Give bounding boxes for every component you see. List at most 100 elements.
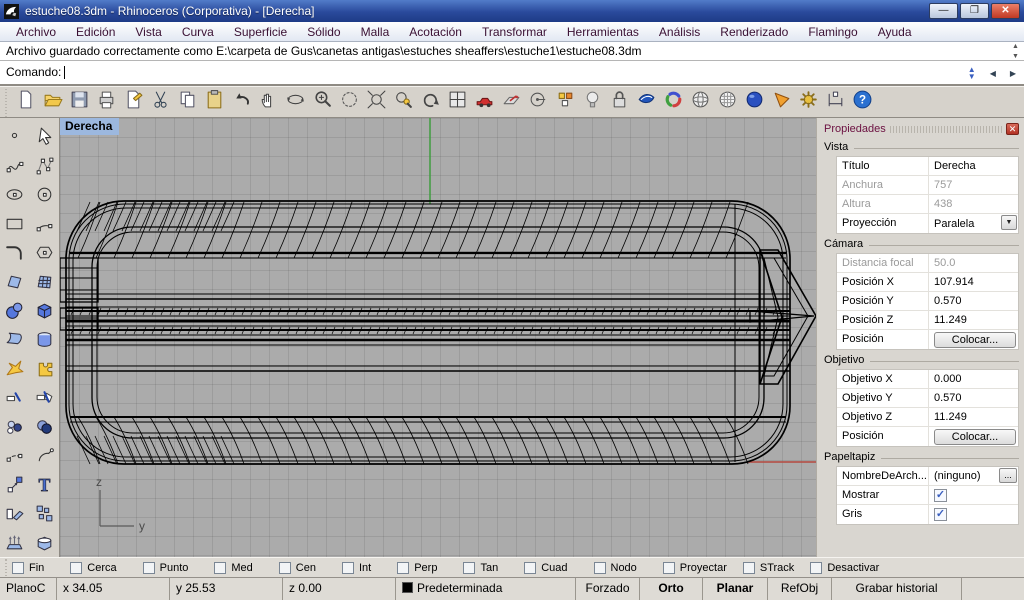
- scroll-down-icon[interactable]: ▼: [1009, 53, 1022, 60]
- checkbox-icon[interactable]: [70, 562, 82, 574]
- close-button[interactable]: ✕: [991, 3, 1020, 19]
- zoom-dynamic-button[interactable]: [309, 89, 336, 116]
- undo-button[interactable]: [228, 89, 255, 116]
- copy-button[interactable]: [174, 89, 201, 116]
- wireframe-model[interactable]: zy: [60, 118, 816, 557]
- viewport-layout-button[interactable]: [444, 89, 471, 116]
- property-value[interactable]: Paralela▼: [929, 214, 1018, 233]
- cone-button[interactable]: [768, 89, 795, 116]
- trim-button[interactable]: [0, 385, 29, 414]
- menu-solido[interactable]: Sólido: [297, 23, 350, 41]
- status-toggle-planar[interactable]: Planar: [703, 578, 768, 600]
- menu-curva[interactable]: Curva: [172, 23, 224, 41]
- shear-button[interactable]: [0, 501, 29, 530]
- property-value[interactable]: (ninguno)...: [929, 467, 1018, 485]
- undo-view-button[interactable]: [417, 89, 444, 116]
- cap-box-button[interactable]: [30, 530, 59, 559]
- command-input[interactable]: Comando:: [0, 61, 1024, 85]
- patch-surface-button[interactable]: [0, 269, 29, 298]
- property-value[interactable]: Colocar...: [929, 427, 1018, 446]
- menu-vista[interactable]: Vista: [125, 23, 171, 41]
- print-button[interactable]: [93, 89, 120, 116]
- dimension-button[interactable]: [822, 89, 849, 116]
- viewport-derecha[interactable]: Derecha zy: [60, 118, 816, 557]
- menu-archivo[interactable]: Archivo: [6, 23, 66, 41]
- osnap-int[interactable]: Int: [342, 562, 371, 574]
- zoom-window-button[interactable]: [336, 89, 363, 116]
- control-point-curve-button[interactable]: [30, 153, 59, 182]
- command-history[interactable]: Archivo guardado correctamente como E:\c…: [0, 42, 1024, 61]
- checkbox-icon[interactable]: [594, 562, 606, 574]
- property-value[interactable]: Colocar...: [929, 330, 1018, 349]
- browse-button[interactable]: ...: [999, 468, 1017, 483]
- property-value[interactable]: 11.249: [929, 408, 1018, 426]
- new-file-button[interactable]: [12, 89, 39, 116]
- status-toggle-orto[interactable]: Orto: [640, 578, 703, 600]
- history-scrollbar[interactable]: ▲▼: [1009, 43, 1022, 60]
- command-spinner[interactable]: ▲▼: [968, 66, 976, 80]
- polygon-button[interactable]: [30, 240, 59, 269]
- status-layer[interactable]: Predeterminada: [396, 578, 576, 600]
- menu-superficie[interactable]: Superficie: [224, 23, 297, 41]
- checkbox-icon[interactable]: [463, 562, 475, 574]
- camera-target-button[interactable]: [525, 89, 552, 116]
- checkbox-icon[interactable]: [12, 562, 24, 574]
- cplane-button[interactable]: [498, 89, 525, 116]
- checkbox-icon[interactable]: [214, 562, 226, 574]
- status-cplane[interactable]: PlanoC: [0, 578, 57, 600]
- checkbox-icon[interactable]: [743, 562, 755, 574]
- menu-renderizado[interactable]: Renderizado: [710, 23, 798, 41]
- curve-handle-button[interactable]: [30, 443, 59, 472]
- osnap-tan[interactable]: Tan: [463, 562, 498, 574]
- explode-button[interactable]: [0, 356, 29, 385]
- boolean-difference-button[interactable]: [30, 414, 59, 443]
- rendered-view-button[interactable]: [741, 89, 768, 116]
- interpolated-curve-button[interactable]: [0, 153, 29, 182]
- arc-button[interactable]: [30, 211, 59, 240]
- scale-button[interactable]: [0, 472, 29, 501]
- property-value[interactable]: Derecha: [929, 157, 1018, 175]
- zoom-extents-button[interactable]: [363, 89, 390, 116]
- osnap-punto[interactable]: Punto: [143, 562, 189, 574]
- checkbox-icon[interactable]: [810, 562, 822, 574]
- osnap-cerca[interactable]: Cerca: [70, 562, 116, 574]
- panel-drag-handle[interactable]: [890, 126, 1002, 133]
- property-value[interactable]: 107.914: [929, 273, 1018, 291]
- menu-flamingo[interactable]: Flamingo: [798, 23, 867, 41]
- export-file-button[interactable]: [120, 89, 147, 116]
- checkbox-icon[interactable]: [342, 562, 354, 574]
- layers-button[interactable]: [552, 89, 579, 116]
- shaded-view-button[interactable]: [687, 89, 714, 116]
- help-button[interactable]: ?: [849, 89, 876, 116]
- menu-ayuda[interactable]: Ayuda: [868, 23, 922, 41]
- grid-surface-button[interactable]: [30, 269, 59, 298]
- status-toggle-refobj[interactable]: RefObj: [768, 578, 832, 600]
- status-coord-1[interactable]: x 34.05: [57, 578, 170, 600]
- cylinder-button[interactable]: [30, 327, 59, 356]
- split-button[interactable]: [30, 385, 59, 414]
- checkbox-icon[interactable]: [143, 562, 155, 574]
- minimize-button[interactable]: —: [929, 3, 958, 19]
- menu-transformar[interactable]: Transformar: [472, 23, 557, 41]
- status-toggle-grabar-historial[interactable]: Grabar historial: [832, 578, 962, 600]
- open-file-button[interactable]: [39, 89, 66, 116]
- paste-button[interactable]: [201, 89, 228, 116]
- array-button[interactable]: [30, 501, 59, 530]
- status-toggle-forzado[interactable]: Forzado: [576, 578, 640, 600]
- status-coord-2[interactable]: y 25.53: [170, 578, 283, 600]
- checkbox-icon[interactable]: [663, 562, 675, 574]
- flamingo-button[interactable]: [633, 89, 660, 116]
- cut-button[interactable]: [147, 89, 174, 116]
- checkbox-icon[interactable]: [524, 562, 536, 574]
- colocar-button[interactable]: Colocar...: [934, 332, 1016, 348]
- panel-close-icon[interactable]: ✕: [1006, 123, 1019, 135]
- menu-edicion[interactable]: Edición: [66, 23, 125, 41]
- property-value[interactable]: 0.570: [929, 389, 1018, 407]
- render-wheel-button[interactable]: [660, 89, 687, 116]
- osnap-desactivar[interactable]: Desactivar: [810, 562, 879, 574]
- restore-button[interactable]: ❐: [960, 3, 989, 19]
- scroll-right-icon[interactable]: ▶: [1010, 69, 1016, 78]
- curve-edit-button[interactable]: [0, 443, 29, 472]
- lock-button[interactable]: [606, 89, 633, 116]
- options-button[interactable]: [795, 89, 822, 116]
